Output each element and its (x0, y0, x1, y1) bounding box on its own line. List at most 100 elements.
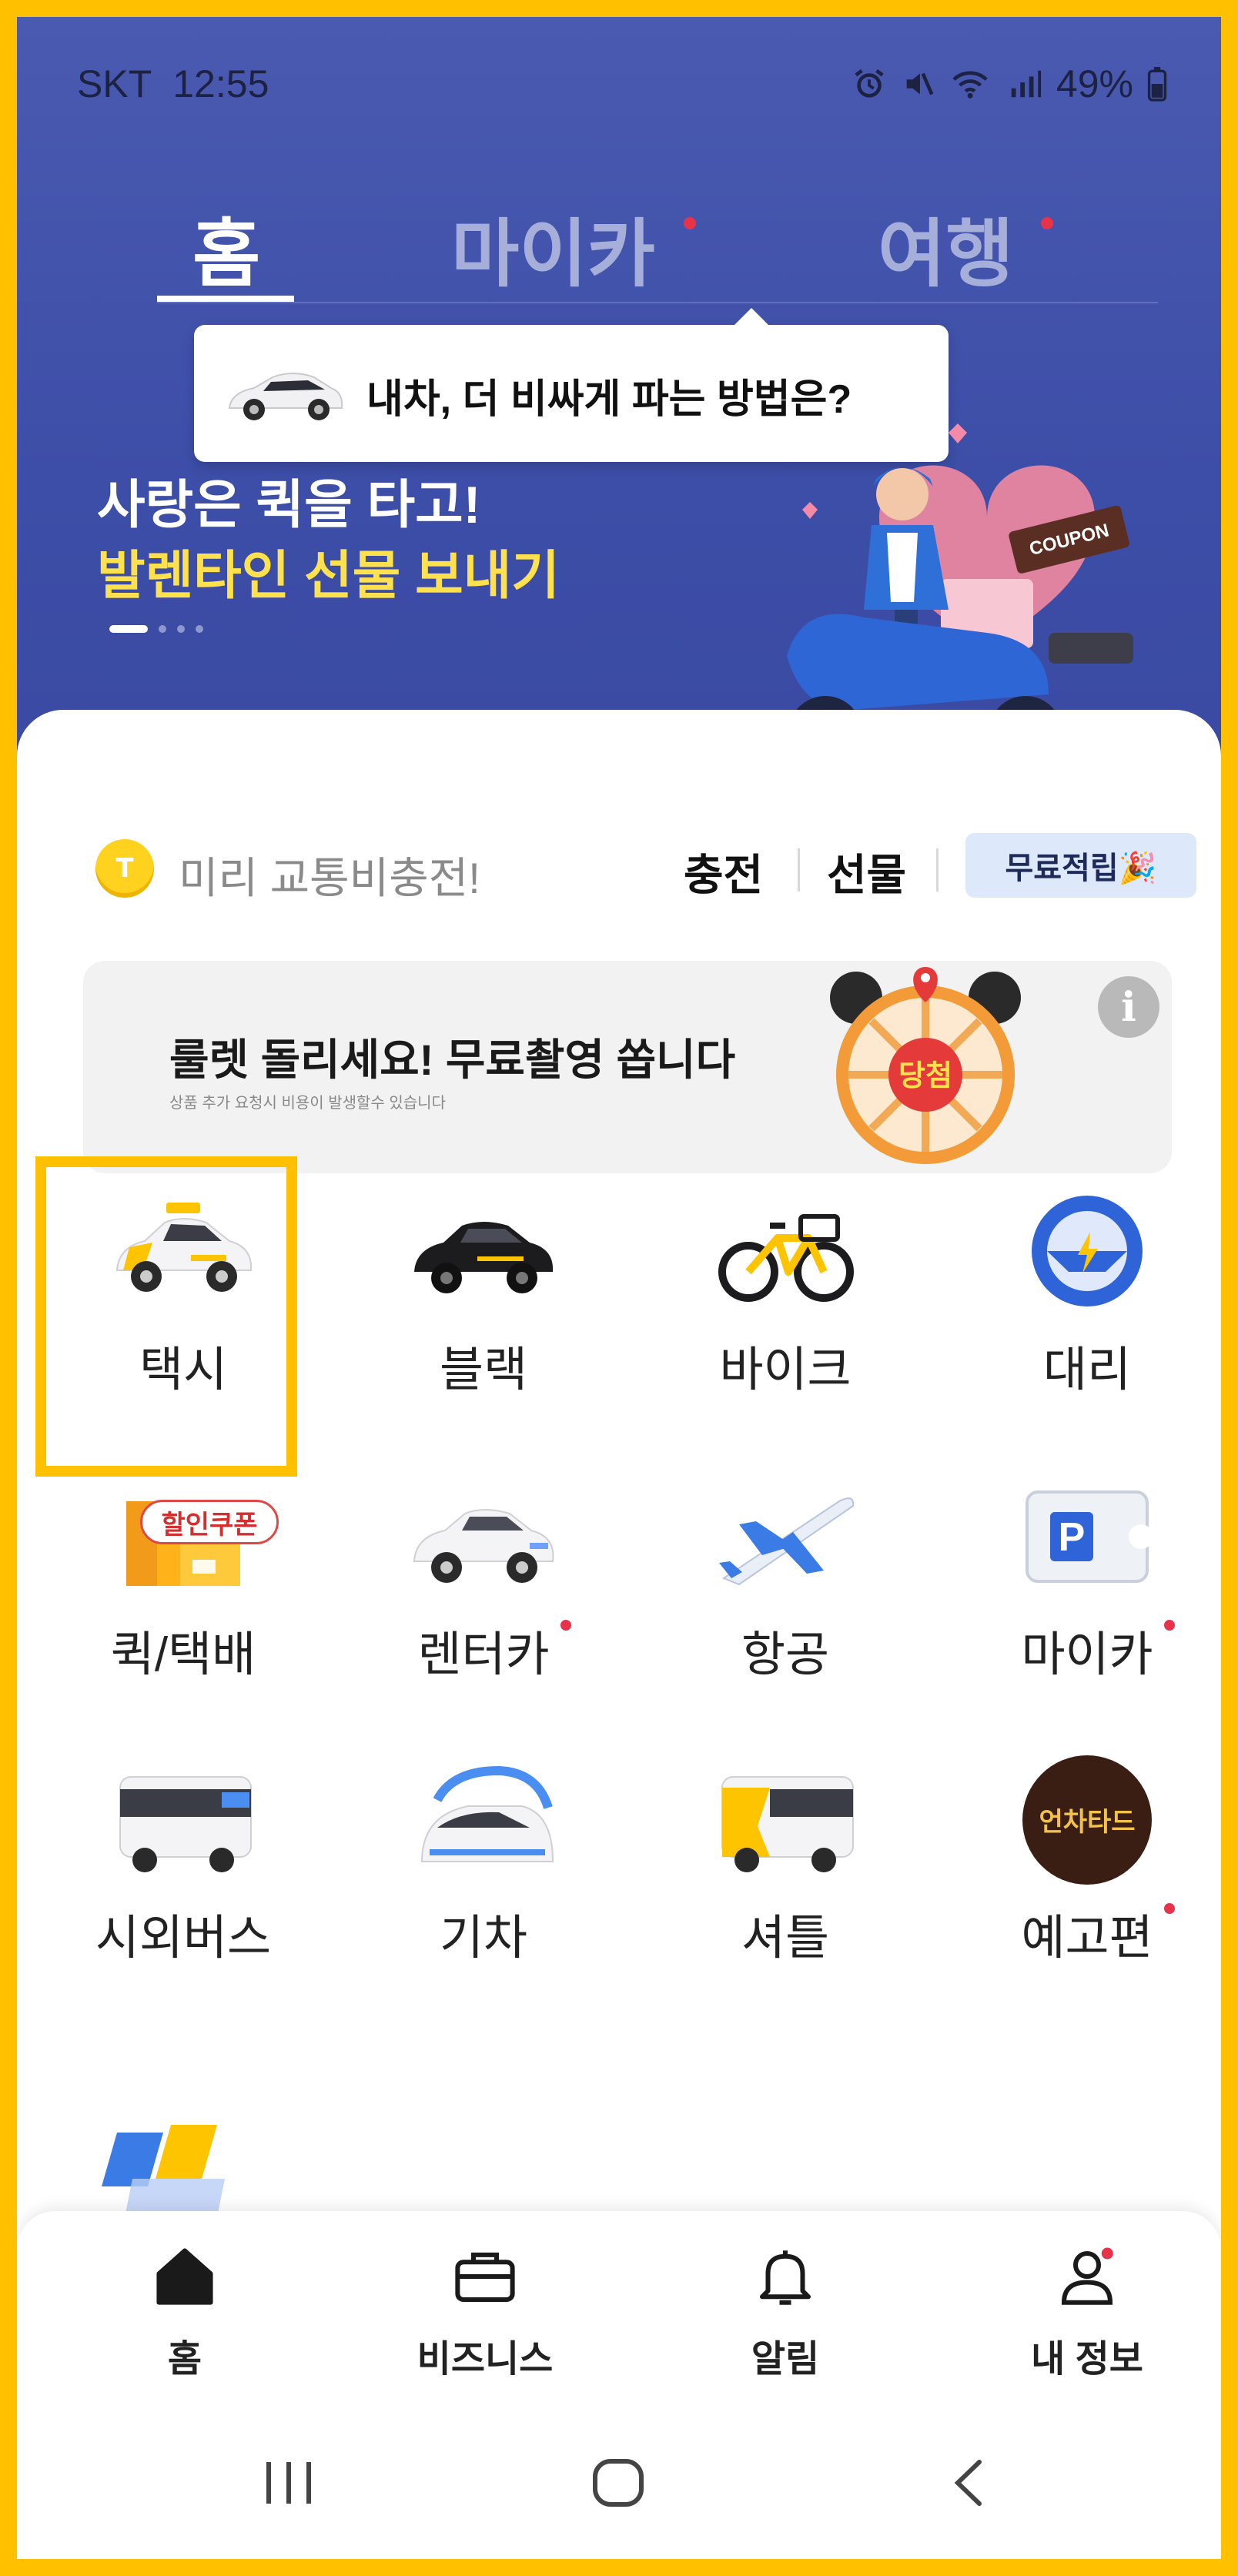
nav-label: 내 정보 (1031, 2339, 1143, 2380)
service-label: 퀵/택배 (110, 1628, 256, 1681)
free-points-button[interactable]: 무료적립🎉 (965, 833, 1196, 898)
alarm-icon (855, 69, 884, 98)
trailer-icon: 언차타드 (1022, 1755, 1152, 1885)
service-designated-driver[interactable]: 대리 (956, 1163, 1218, 1440)
system-navigation-bar (17, 2419, 1221, 2559)
status-bar-left: SKT 12:55 (77, 62, 269, 106)
banner-headline: 사랑은 퀵을 타고! (97, 476, 481, 534)
person-icon (1061, 2247, 1113, 2305)
service-label: 블랙 (439, 1343, 528, 1397)
pager-dot (159, 625, 166, 633)
pager-dot (177, 625, 185, 633)
train-icon (420, 1765, 554, 1862)
new-badge-dot (1041, 217, 1053, 229)
service-train[interactable]: 기차 (353, 1731, 614, 2008)
nav-home[interactable]: 홈 (69, 2242, 300, 2396)
carrier: SKT (77, 62, 152, 105)
service-intercity-bus[interactable]: 시외버스 (52, 1731, 314, 2008)
service-black[interactable]: 블랙 (353, 1163, 614, 1440)
home-button-icon[interactable] (591, 2457, 645, 2508)
signal-icon (1011, 70, 1042, 98)
service-label: 기차 (439, 1912, 528, 1965)
home-icon (156, 2248, 213, 2305)
info-icon[interactable]: i (1098, 976, 1159, 1038)
roulette-ad-card[interactable]: 룰렛 돌리세요! 무료촬영 쏩니다 상품 추가 요청시 비용이 발생할수 있습니… (83, 961, 1172, 1173)
service-trailer[interactable]: 언차타드 예고편 (956, 1731, 1218, 2008)
tab-home[interactable]: 홈 (192, 194, 260, 301)
taxi-icon (115, 1203, 253, 1292)
service-rental-car[interactable]: 렌터카 (353, 1447, 614, 1725)
app-screen: SKT 12:55 49% 홈 마이카 여행 내차, 더 비싸게 파는 방법은?… (17, 17, 1221, 2559)
tab-travel-label: 여행 (878, 213, 1014, 296)
tab-home-label: 홈 (192, 213, 261, 296)
svg-text:P: P (1059, 1515, 1086, 1560)
battery-percent: 49% (1056, 62, 1133, 105)
discount-coupon-tag: 할인쿠폰 (140, 1500, 279, 1544)
ad-title: 룰렛 돌리세요! 무료촬영 쏩니다 (169, 1035, 736, 1084)
charge-prompt[interactable]: 미리 교통비충전! (179, 844, 480, 906)
service-bike[interactable]: 바이크 (654, 1163, 916, 1440)
charge-button[interactable]: 충전 (684, 841, 763, 903)
service-label: 항공 (741, 1628, 830, 1681)
wifi-icon (952, 71, 988, 99)
roulette-win-label: 당첨 (898, 1060, 952, 1092)
parking-icon: P (1026, 1490, 1153, 1583)
nav-my-info[interactable]: 내 정보 (972, 2242, 1203, 2396)
nav-business[interactable]: 비즈니스 (370, 2242, 601, 2396)
service-label: 택시 (139, 1343, 228, 1397)
black-car-icon (414, 1222, 554, 1293)
divider (936, 848, 939, 892)
gift-button[interactable]: 선물 (827, 841, 906, 903)
recent-apps-icon[interactable] (262, 2457, 316, 2508)
transport-charge-row: T 미리 교통비충전! 충전 선물 무료적립🎉 (17, 818, 1221, 910)
steering-wheel-icon (1032, 1196, 1143, 1306)
service-label: 시외버스 (95, 1912, 272, 1965)
airplane-icon (719, 1497, 855, 1586)
service-label: 바이크 (719, 1343, 852, 1397)
service-shuttle[interactable]: 셔틀 (654, 1731, 916, 2008)
nav-label: 홈 (167, 2339, 202, 2380)
pager-dot (196, 625, 203, 633)
car-icon (228, 373, 343, 420)
nav-label: 비즈니스 (417, 2339, 554, 2380)
top-tabs: 홈 마이카 여행 (17, 194, 1221, 325)
service-label: 셔틀 (741, 1912, 830, 1965)
roulette-icon: 당첨 (830, 967, 1021, 1164)
mute-icon (906, 72, 934, 95)
new-badge-dot (1164, 1620, 1175, 1631)
tab-mycar-label: 마이카 (451, 213, 655, 296)
active-tab-indicator (157, 296, 294, 302)
status-bar-right: 49% (852, 62, 1167, 106)
service-label: 렌터카 (417, 1628, 550, 1681)
service-quick-delivery[interactable]: 퀵/택배 (52, 1447, 314, 1725)
service-label: 예고편 (1021, 1912, 1153, 1965)
bottom-navigation: 홈 비즈니스 알림 내 정보 (17, 2211, 1221, 2419)
banner-subheadline: 발렌타인 선물 보내기 (97, 547, 560, 605)
bus-icon (119, 1776, 252, 1872)
tooltip-arrow (733, 308, 770, 326)
trailer-title-art: 언차타드 (1039, 1808, 1135, 1837)
banner-pager (109, 625, 203, 633)
t-coin-icon: T (95, 839, 154, 898)
service-mycar[interactable]: P 마이카 (956, 1447, 1218, 1725)
new-badge-dot (560, 1620, 571, 1631)
battery-icon (1147, 67, 1167, 102)
clock: 12:55 (172, 62, 269, 105)
pager-dot-active (109, 625, 148, 633)
service-airline[interactable]: 항공 (654, 1447, 916, 1725)
hero-banner[interactable]: SKT 12:55 49% 홈 마이카 여행 내차, 더 비싸게 파는 방법은?… (17, 17, 1221, 787)
new-badge-dot (684, 217, 696, 229)
briefcase-icon (455, 2252, 515, 2302)
back-icon[interactable] (942, 2457, 996, 2508)
tab-mycar[interactable]: 마이카 (451, 194, 696, 301)
new-badge-dot (1164, 1903, 1175, 1914)
nav-notifications[interactable]: 알림 (670, 2242, 901, 2396)
service-label: 마이카 (1021, 1628, 1153, 1681)
tabs-divider (157, 302, 1158, 303)
tab-travel[interactable]: 여행 (878, 194, 1053, 301)
nav-label: 알림 (751, 2339, 820, 2380)
divider (798, 848, 800, 892)
service-taxi[interactable]: 택시 (52, 1163, 314, 1440)
service-label: 대리 (1042, 1343, 1132, 1397)
bike-icon (718, 1214, 854, 1302)
